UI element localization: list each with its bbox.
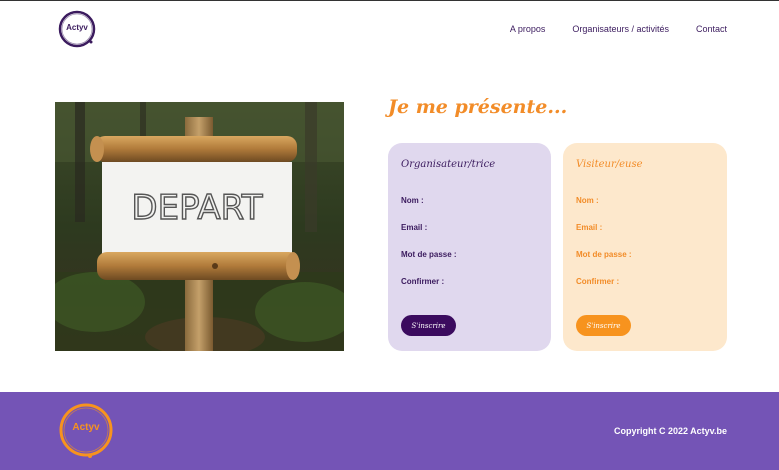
logo[interactable]: Actyv	[57, 9, 97, 49]
visitor-signup-card: Visiteur/euse Nom : Email : Mot de passe…	[563, 143, 727, 351]
footer-logo-text: Actyv	[72, 422, 100, 433]
confirm-field-label[interactable]: Confirmer :	[401, 277, 538, 304]
card-title: Organisateur/trice	[401, 159, 496, 170]
copyright-text: Copyright C 2022 Actyv.be	[613, 426, 727, 436]
email-field-label[interactable]: Email :	[576, 223, 714, 250]
organizer-signup-button[interactable]: S'inscrire	[401, 315, 456, 336]
card-title: Visiteur/euse	[576, 159, 643, 170]
footer: Actyv Copyright C 2022 Actyv.be	[0, 392, 779, 470]
organizer-signup-card: Organisateur/trice Nom : Email : Mot de …	[388, 143, 551, 351]
footer-logo[interactable]: Actyv	[57, 401, 115, 459]
email-field-label[interactable]: Email :	[401, 223, 538, 250]
confirm-field-label[interactable]: Confirmer :	[576, 277, 714, 304]
password-field-label[interactable]: Mot de passe :	[401, 250, 538, 277]
sign-text: DEPART	[131, 188, 262, 228]
hero-image: DEPART	[55, 102, 344, 351]
nav-link-contact[interactable]: Contact	[696, 24, 727, 34]
logo-text: Actyv	[66, 23, 88, 32]
depart-sign-illustration: DEPART	[55, 102, 344, 351]
nav-link-apropos[interactable]: A propos	[510, 24, 546, 34]
name-field-label[interactable]: Nom :	[401, 196, 538, 223]
page-heading: Je me présente...	[388, 96, 568, 118]
password-field-label[interactable]: Mot de passe :	[576, 250, 714, 277]
name-field-label[interactable]: Nom :	[576, 196, 714, 223]
nav-link-organisateurs[interactable]: Organisateurs / activités	[572, 24, 669, 34]
main-nav: A propos Organisateurs / activités Conta…	[483, 24, 727, 34]
visitor-signup-button[interactable]: S'inscrire	[576, 315, 631, 336]
